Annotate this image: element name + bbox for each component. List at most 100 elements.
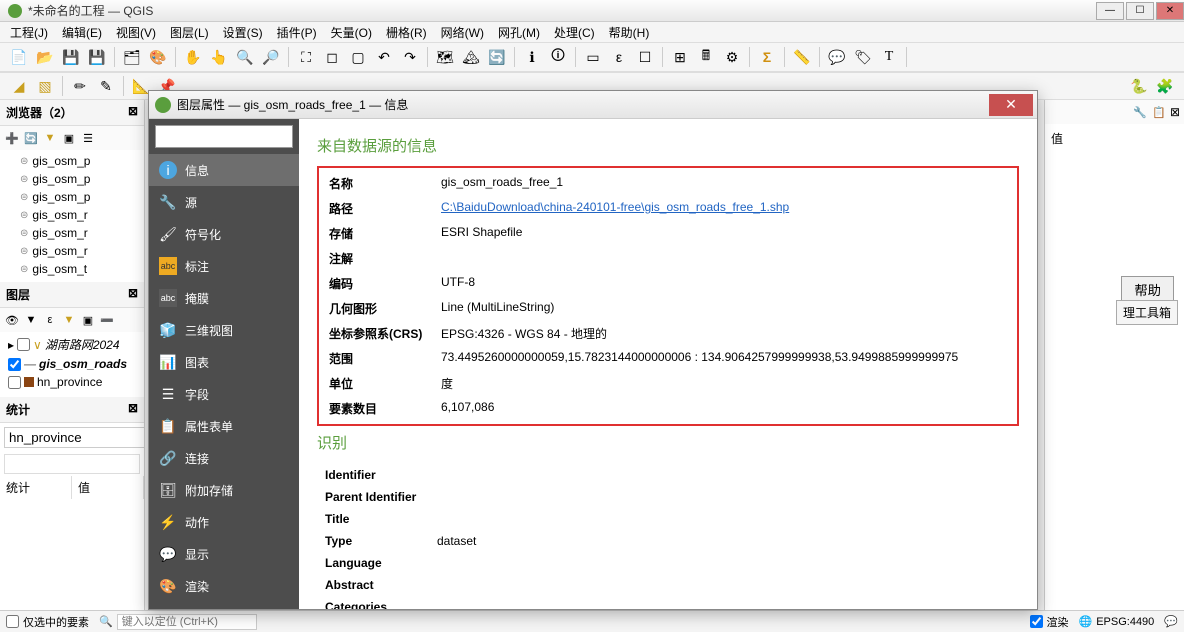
refresh-icon[interactable]: 🔄 [486,46,508,68]
select-icon[interactable]: ▭ [582,46,604,68]
plugin-icon[interactable]: 🧩 [1154,75,1176,97]
props-icon[interactable]: ☰ [80,130,96,146]
menu-edit[interactable]: 编辑(E) [56,22,108,43]
sidebar-item-source[interactable]: 🔧源 [149,186,299,218]
remove-icon[interactable]: ➖ [99,312,115,328]
toolbox-icon[interactable]: ⚙ [721,46,743,68]
layer-item[interactable]: — gis_osm_roads [4,355,140,373]
add-icon[interactable]: ➕ [4,130,20,146]
menu-raster[interactable]: 栅格(R) [380,22,433,43]
identify-icon[interactable]: ℹ [521,46,543,68]
menu-layer[interactable]: 图层(L) [164,22,215,43]
python-icon[interactable]: 🐍 [1128,75,1150,97]
sidebar-item-symbology[interactable]: 🖌符号化 [149,218,299,250]
browser-tree[interactable]: ⊜gis_osm_p ⊜gis_osm_p ⊜gis_osm_p ⊜gis_os… [0,150,144,278]
info-path-link[interactable]: C:\BaiduDownload\china-240101-free\gis_o… [441,200,789,214]
calc-icon[interactable]: 🖩 [695,46,717,68]
saveas-icon[interactable]: 💾 [86,46,108,68]
menu-view[interactable]: 视图(V) [110,22,162,43]
action-icon[interactable]: 📋 [1151,104,1167,120]
edit2-icon[interactable]: ✎ [95,75,117,97]
select-expr-icon[interactable]: ε [608,46,630,68]
panel-close-icon[interactable]: ⊠ [128,401,138,418]
action-icon[interactable]: 🔧 [1132,104,1148,120]
zoom-layer-icon[interactable]: ▢ [347,46,369,68]
epsg-section[interactable]: 🌐 EPSG:4490 [1079,615,1155,628]
filter-icon[interactable]: ▼ [23,312,39,328]
dialog-content[interactable]: 来自数据源的信息 名称gis_osm_roads_free_1 路径C:\Bai… [299,119,1037,609]
stats-layer-input[interactable] [4,427,145,448]
filter2-icon[interactable]: ▼ [61,312,77,328]
stats-icon[interactable]: Σ [756,46,778,68]
menu-project[interactable]: 工程(J) [4,22,54,43]
zoom-full-icon[interactable]: ⛶ [295,46,317,68]
new-project-icon[interactable]: 📄 [8,46,30,68]
annotation-icon[interactable]: 💬 [826,46,848,68]
sidebar-item-3d[interactable]: 🧊三维视图 [149,314,299,346]
layer-item[interactable]: ▸ ∨ 湖南路网2024 [4,334,140,355]
maximize-button[interactable]: ☐ [1126,2,1154,20]
sidebar-item-chart[interactable]: 📊图表 [149,346,299,378]
add-raster-icon[interactable]: ▧ [34,75,56,97]
sidebar-item-label[interactable]: abc标注 [149,250,299,282]
sidebar-item-display[interactable]: 💬显示 [149,538,299,570]
pan-icon[interactable]: ✋ [182,46,204,68]
menu-process[interactable]: 处理(C) [548,22,601,43]
tree-item[interactable]: ⊜gis_osm_p [4,170,140,188]
panel-close-icon[interactable]: ⊠ [128,104,138,121]
map-view-icon[interactable]: 🗺 [434,46,456,68]
locate-input[interactable] [117,614,257,630]
tree-item[interactable]: ⊜gis_osm_t [4,260,140,278]
tree-item[interactable]: ⊜gis_osm_r [4,206,140,224]
layers-tree[interactable]: ▸ ∨ 湖南路网2024 — gis_osm_roads hn_province [0,332,144,393]
stats-field-select[interactable] [4,454,140,474]
zoom-next-icon[interactable]: ↷ [399,46,421,68]
pan-select-icon[interactable]: 👆 [208,46,230,68]
menu-network[interactable]: 网络(W) [435,22,490,43]
sidebar-item-join[interactable]: 🔗连接 [149,442,299,474]
sidebar-item-action[interactable]: ⚡动作 [149,506,299,538]
sidebar-item-form[interactable]: 📋属性表单 [149,410,299,442]
open-project-icon[interactable]: 📂 [34,46,56,68]
toolbox-button[interactable]: 理工具箱 [1116,300,1178,325]
layer-checkbox[interactable] [8,376,21,389]
tree-item[interactable]: ⊜gis_osm_r [4,224,140,242]
measure-icon[interactable]: 📏 [791,46,813,68]
close-button[interactable]: ✕ [1156,2,1184,20]
menu-plugin[interactable]: 插件(P) [271,22,323,43]
dialog-close-button[interactable]: ✕ [989,94,1033,116]
edit-icon[interactable]: ✏ [69,75,91,97]
layer-checkbox[interactable] [8,358,21,371]
menu-help[interactable]: 帮助(H) [603,22,656,43]
view3d-icon[interactable]: 🏔 [460,46,482,68]
minimize-button[interactable]: — [1096,2,1124,20]
tree-item[interactable]: ⊜gis_osm_p [4,188,140,206]
zoom-last-icon[interactable]: ↶ [373,46,395,68]
deselect-icon[interactable]: ☐ [634,46,656,68]
save-icon[interactable]: 💾 [60,46,82,68]
menu-vector[interactable]: 矢量(O) [325,22,378,43]
expr-icon[interactable]: ε [42,312,58,328]
tree-item[interactable]: ⊜gis_osm_r [4,242,140,260]
layout-icon[interactable]: 🗂 [121,46,143,68]
only-selected-checkbox[interactable] [6,615,19,628]
table-icon[interactable]: ⊞ [669,46,691,68]
filter-icon[interactable]: ▼ [42,130,58,146]
panel-close-icon[interactable]: ⊠ [1170,105,1180,119]
sidebar-item-storage[interactable]: 🗄附加存储 [149,474,299,506]
menu-settings[interactable]: 设置(S) [217,22,269,43]
menu-mesh[interactable]: 网孔(M) [492,22,546,43]
add-vector-icon[interactable]: ◢ [8,75,30,97]
sidebar-item-render[interactable]: 🎨渲染 [149,570,299,602]
zoom-out-icon[interactable]: 🔎 [260,46,282,68]
collapse-icon[interactable]: ▣ [61,130,77,146]
log-icon[interactable]: 💬 [1164,615,1178,628]
search-input[interactable] [155,125,293,148]
style-icon[interactable]: 👁 [4,312,20,328]
expand-icon[interactable]: ▣ [80,312,96,328]
sidebar-item-info[interactable]: i信息 [149,154,299,186]
sidebar-item-temporal[interactable]: 🕐时态 [149,602,299,609]
zoom-in-icon[interactable]: 🔍 [234,46,256,68]
tree-toggle-icon[interactable]: ▸ [8,338,14,352]
refresh-icon[interactable]: 🔄 [23,130,39,146]
